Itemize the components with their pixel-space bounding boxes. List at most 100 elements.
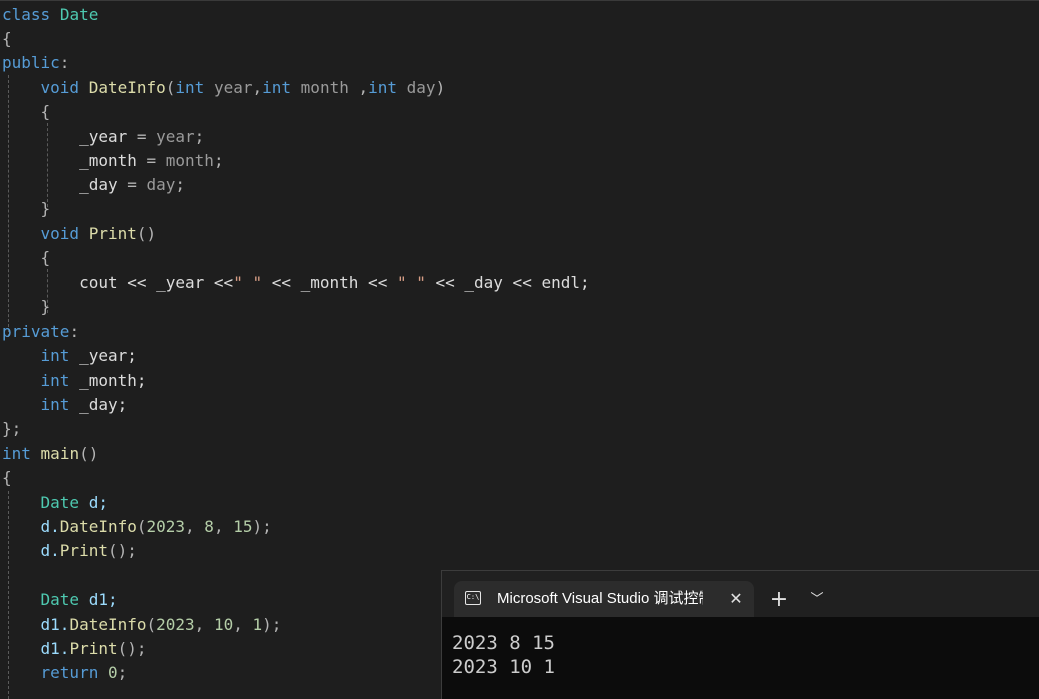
parameter: day [406, 78, 436, 97]
punctuation: , [185, 517, 205, 536]
terminal-tab-title: Microsoft Visual Studio 调试控制台 [497, 590, 703, 607]
function-name: Print [59, 541, 108, 560]
punctuation: ( [165, 78, 176, 97]
number-literal: 0 [107, 663, 118, 682]
code-line: void DateInfo(int year,int month ,int da… [2, 76, 446, 100]
chevron-down-icon[interactable]: ﹀ [806, 589, 828, 611]
debug-console-window[interactable]: C:\ Microsoft Visual Studio 调试控制台 ✕ + ﹀ … [441, 570, 1039, 699]
number-literal: 2023 [156, 615, 195, 634]
code-line: { [2, 466, 12, 490]
function-name: DateInfo [69, 615, 147, 634]
code-text: cout << _year << [79, 273, 234, 292]
code-line: { [2, 246, 51, 270]
brace: { [40, 248, 51, 267]
keyword: int [40, 346, 70, 365]
code-line: { [2, 100, 51, 124]
function-name: DateInfo [59, 517, 137, 536]
keyword: void [40, 224, 80, 243]
code-line: }; [2, 417, 21, 441]
local-variable: d; [79, 493, 108, 512]
keyword: int [40, 371, 70, 390]
number-literal: 15 [233, 517, 253, 536]
code-line: class Date [2, 3, 98, 27]
code-line: int _month; [2, 369, 147, 393]
member-variable: _day [79, 175, 118, 194]
code-line: void Print() [2, 222, 157, 246]
operator: = [127, 127, 157, 146]
parameter: month [165, 151, 214, 170]
keyword: int [40, 395, 70, 414]
keyword: int [175, 78, 205, 97]
class-name: Date [40, 493, 80, 512]
member-variable: _month [79, 151, 137, 170]
keyword: return [40, 663, 99, 682]
number-literal: 1 [252, 615, 263, 634]
brace: { [2, 468, 12, 487]
parameter: month [300, 78, 349, 97]
local-variable: d. [40, 517, 60, 536]
punctuation: ; [194, 127, 205, 146]
member-variable: _year; [69, 346, 137, 365]
code-line: return 0; [2, 661, 128, 685]
punctuation: , [213, 517, 234, 536]
code-line: _day = day; [2, 173, 185, 197]
function-name: main [40, 444, 80, 463]
keyword: int [368, 78, 398, 97]
code-line: int main() [2, 442, 98, 466]
punctuation: (); [107, 541, 137, 560]
punctuation: , [233, 615, 253, 634]
punctuation: () [136, 224, 157, 243]
keyword: public [2, 53, 60, 72]
keyword: private [2, 322, 70, 341]
punctuation: ; [175, 175, 186, 194]
local-variable: d1. [40, 615, 70, 634]
member-variable: _year [79, 127, 128, 146]
brace: } [40, 199, 51, 218]
code-line: _month = month; [2, 149, 224, 173]
console-output-line: 2023 10 1 [452, 656, 555, 678]
punctuation: (); [117, 639, 147, 658]
operator: = [117, 175, 147, 194]
code-line: d.Print(); [2, 539, 137, 563]
code-line: Date d1; [2, 588, 118, 612]
class-name: Date [40, 590, 80, 609]
keyword: int [262, 78, 292, 97]
local-variable: d. [40, 541, 60, 560]
code-line: Date d; [2, 491, 108, 515]
punctuation: ; [117, 663, 128, 682]
terminal-tab[interactable]: C:\ Microsoft Visual Studio 调试控制台 ✕ [454, 581, 754, 617]
code-line: public: [2, 51, 69, 75]
terminal-tab-bar: C:\ Microsoft Visual Studio 调试控制台 ✕ + ﹀ [442, 571, 1039, 617]
punctuation: () [79, 444, 99, 463]
punctuation: : [69, 322, 80, 341]
punctuation: ; [213, 151, 224, 170]
console-icon: C:\ [465, 591, 481, 605]
member-variable: _day; [69, 395, 128, 414]
number-literal: 8 [204, 517, 214, 536]
plus-icon[interactable]: + [768, 589, 790, 611]
class-name: Date [59, 5, 99, 24]
parameter: year [213, 78, 253, 97]
code-line: private: [2, 320, 79, 344]
local-variable: d1. [40, 639, 70, 658]
code-line: } [2, 197, 51, 221]
code-text: << _day << endl; [425, 273, 590, 292]
code-line: d.DateInfo(2023, 8, 15); [2, 515, 272, 539]
brace: } [40, 297, 51, 316]
close-icon[interactable]: ✕ [727, 590, 745, 608]
keyword: void [40, 78, 80, 97]
function-name: Print [88, 224, 137, 243]
local-variable: d1; [79, 590, 118, 609]
function-name: DateInfo [88, 78, 166, 97]
parameter: day [146, 175, 176, 194]
string-literal: " " [396, 273, 426, 292]
code-line: int _day; [2, 393, 128, 417]
parameter: year [156, 127, 195, 146]
keyword: class [2, 5, 51, 24]
function-name: Print [69, 639, 118, 658]
punctuation: ) [435, 78, 446, 97]
punctuation: ); [252, 517, 272, 536]
code-line: d1.DateInfo(2023, 10, 1); [2, 613, 282, 637]
punctuation: : [59, 53, 70, 72]
number-literal: 2023 [146, 517, 186, 536]
